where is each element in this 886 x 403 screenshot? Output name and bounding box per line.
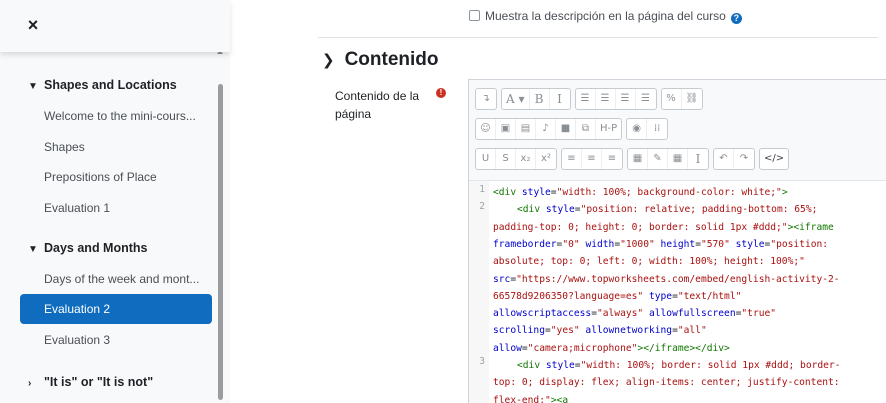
code-line: scrolling="yes" allownetworking="all" [493, 325, 707, 337]
code-line: src="https://www.topworksheets.com/embed… [493, 273, 840, 285]
section-title: "It is" or "It is not" [44, 375, 154, 389]
code-line: frameborder="0" width="1000" height="570… [493, 238, 829, 250]
required-icon: ! [436, 88, 446, 98]
checkbox-label: Muestra la descripción en la página del … [485, 9, 726, 23]
toolbar-group: % ⛓ [660, 88, 704, 110]
code-line: <div style="width: 100%; border: solid 1… [517, 360, 841, 371]
field-label: Contenido de la página [335, 89, 420, 121]
toolbar-group: ↶ ↷ [713, 148, 755, 170]
toolbar-button[interactable]: ↴ [476, 89, 496, 109]
close-icon: × [27, 15, 39, 35]
toolbar-button[interactable]: ▦ [628, 149, 648, 169]
toolbar-button[interactable]: ☰ [616, 89, 636, 109]
toolbar-group: ◉ ⁞⁞ [626, 118, 669, 140]
show-description-checkbox[interactable] [469, 10, 480, 21]
toolbar-button[interactable]: x² [536, 149, 556, 169]
toolbar-button[interactable]: ☺ [476, 119, 496, 139]
code-line: padding-top: 0; height: 0; border: solid… [493, 221, 834, 233]
toolbar-group: U Sx₂ x² [475, 148, 557, 170]
course-index[interactable]: ▼ Shapes and Locations Welcome to the min… [0, 52, 230, 403]
course-item-prepositions[interactable]: Prepositions of Place [44, 170, 157, 184]
section-shapes-and-locations[interactable]: ▼ Shapes and Locations [28, 78, 177, 92]
toolbar-button[interactable]: x₂ [516, 149, 536, 169]
toolbar-group: A ▾ B I [501, 88, 571, 110]
code-line: allow="camera;microphone"></iframe></div… [493, 342, 730, 354]
toolbar-button[interactable]: ■ [556, 119, 576, 139]
toolbar-button[interactable]: ☰ [576, 89, 596, 109]
course-item-welcome[interactable]: Welcome to the mini-cours... [44, 109, 196, 123]
chevron-down-icon: ▼ [28, 244, 38, 255]
toolbar-button[interactable]: U [476, 149, 496, 169]
toolbar-button[interactable]: ≡ [602, 149, 622, 169]
toolbar-button[interactable]: I [550, 89, 570, 109]
toolbar-group: ↴ [475, 88, 497, 110]
toolbar-button[interactable]: ▦ [668, 149, 688, 169]
course-item-evaluation-1[interactable]: Evaluation 1 [44, 201, 110, 215]
line-number: 3 [479, 356, 485, 367]
section-title: Shapes and Locations [44, 78, 177, 92]
toolbar-row-1: ↴ A ▾ B I ☰ ☰ ☰ ☰% ⛓ [475, 88, 704, 110]
course-item-days-of-week[interactable]: Days of the week and mont... [44, 272, 199, 286]
chevron-right-icon: › [28, 378, 32, 389]
toolbar-button[interactable]: ⛓ [682, 89, 703, 109]
toolbar-button[interactable]: I [688, 149, 708, 169]
toolbar-button[interactable]: ♪ [536, 119, 556, 139]
toolbar-button[interactable]: ⁞⁞ [647, 119, 667, 139]
close-drawer-button[interactable]: × [22, 14, 44, 36]
toolbar-button[interactable]: S [496, 149, 516, 169]
toolbar-button[interactable]: ↶ [714, 149, 734, 169]
toolbar-group: </> [759, 148, 790, 170]
course-item-evaluation-3[interactable]: Evaluation 3 [44, 333, 110, 347]
toolbar-button[interactable]: ◉ [627, 119, 648, 139]
chevron-down-icon: ▼ [28, 81, 38, 92]
toolbar-button[interactable]: ☰ [596, 89, 616, 109]
drawer-scrollbar[interactable] [218, 84, 223, 400]
code-line: flex-end;"><a [493, 394, 569, 403]
toolbar-button[interactable]: B [530, 89, 550, 109]
toolbar-group: ☰ ☰ ☰ ☰ [574, 88, 657, 110]
course-item-label: Evaluation 2 [44, 302, 111, 316]
toolbar-button[interactable]: ☰ [636, 89, 656, 109]
toolbar-button[interactable]: % [662, 89, 682, 109]
toolbar-group: ☺ ▣ ▤ ♪ ■ ⧉ H-P [475, 118, 623, 140]
code-line: <div style="width: 100%; background-colo… [493, 187, 788, 198]
line-gutter [469, 181, 489, 403]
toolbar-button[interactable]: </> [760, 149, 788, 169]
toolbar-button[interactable]: A ▾ [502, 89, 530, 109]
toolbar-button[interactable]: H-P [596, 119, 621, 139]
toolbar-button[interactable]: ≡ [562, 149, 582, 169]
toolbar-button[interactable]: ↷ [734, 149, 754, 169]
help-icon[interactable]: ? [730, 13, 742, 24]
toolbar-group: ≡ ≡ ≡ [561, 148, 623, 170]
code-line: top: 0; display: flex; align-items: cent… [493, 377, 840, 389]
line-number: 1 [479, 184, 485, 195]
toolbar-button[interactable]: ⧉ [576, 119, 596, 139]
toolbar-row-2: ☺ ▣ ▤ ♪ ■ ⧉ H-P ◉ ⁞⁞ [475, 118, 669, 140]
code-line: 66578d9206350?language=es" type="text/ht… [493, 290, 742, 302]
chevron-down-icon: ❯ [322, 52, 335, 69]
toolbar-button[interactable]: ▣ [496, 119, 516, 139]
line-number: 2 [479, 201, 485, 212]
code-line: <div style="position: relative; padding-… [517, 204, 818, 216]
code-editor[interactable]: 1 2 3 <div style="width: 100%; backgroun… [469, 180, 886, 403]
course-index-drawer: × ▼ Shapes and Locations Welcome to the m… [0, 0, 230, 403]
section-days-and-months[interactable]: ▼ Days and Months [28, 241, 148, 255]
code-line: absolute; top: 0; left: 0; width: 100%; … [493, 256, 805, 268]
section-it-is-or-it-is-not[interactable]: › "It is" or "It is not" [28, 375, 153, 389]
divider [318, 37, 878, 38]
contenido-section-header[interactable]: ❯ Contenido [322, 49, 439, 71]
drawer-header: × [0, 0, 230, 52]
code-line: allowscriptaccess="always" allowfullscre… [493, 308, 777, 320]
html-editor: ↴ A ▾ B I ☰ ☰ ☰ ☰% ⛓ ☺ ▣ ▤ ♪ ■ ⧉ H-P ◉ ⁞⁞ U Sx₂ x² ≡ ≡ ≡ ▦ ✎ ▦ I ↶… [468, 79, 886, 403]
toolbar-group: ▦ ✎ ▦ I [627, 148, 709, 170]
section-title: Days and Months [44, 241, 148, 255]
course-item-shapes[interactable]: Shapes [44, 140, 85, 154]
toolbar-button[interactable]: ≡ [582, 149, 602, 169]
page-title: Contenido [344, 49, 439, 70]
toolbar-button[interactable]: ▤ [516, 119, 536, 139]
toolbar-row-3: U Sx₂ x² ≡ ≡ ≡ ▦ ✎ ▦ I ↶ ↷ </> [475, 148, 790, 170]
course-item-evaluation-2[interactable]: Evaluation 2 [20, 294, 212, 324]
toolbar-button[interactable]: ✎ [648, 149, 668, 169]
show-description-checkbox-row[interactable]: Muestra la descripción en la página del … [469, 9, 742, 24]
